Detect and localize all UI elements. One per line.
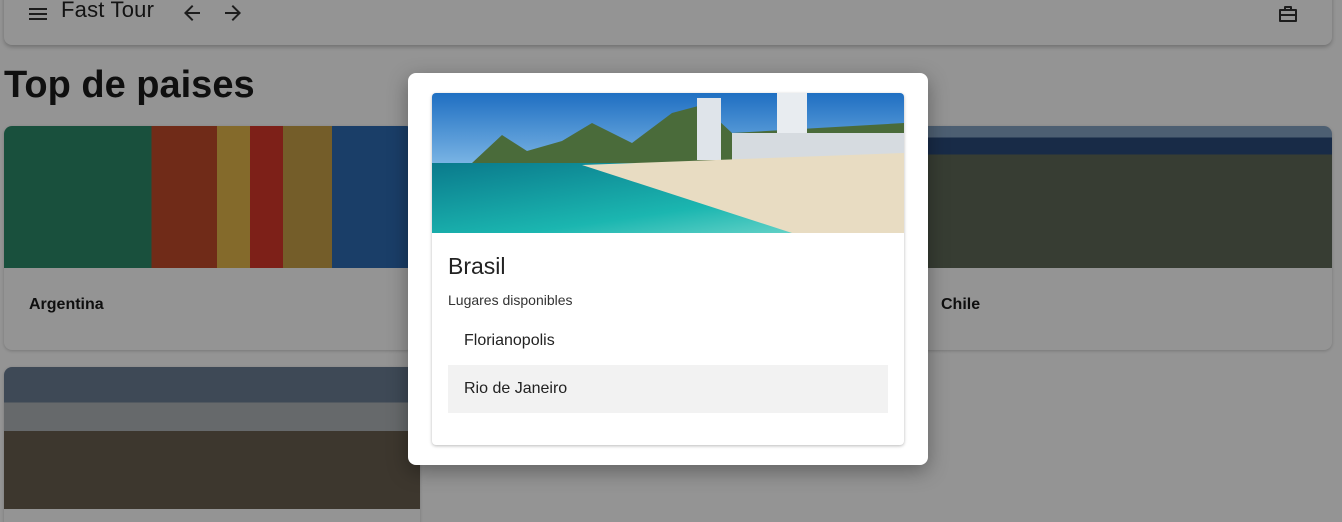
country-photo — [432, 93, 904, 233]
country-detail-card: Brasil Lugares disponibles Florianopolis… — [432, 93, 904, 445]
list-item[interactable]: Florianopolis — [448, 317, 888, 365]
dialog-title: Brasil — [448, 253, 506, 279]
list-item[interactable]: Rio de Janeiro — [448, 365, 888, 413]
dialog-subtitle: Lugares disponibles — [448, 292, 573, 308]
country-dialog: Brasil Lugares disponibles Florianopolis… — [408, 73, 928, 465]
